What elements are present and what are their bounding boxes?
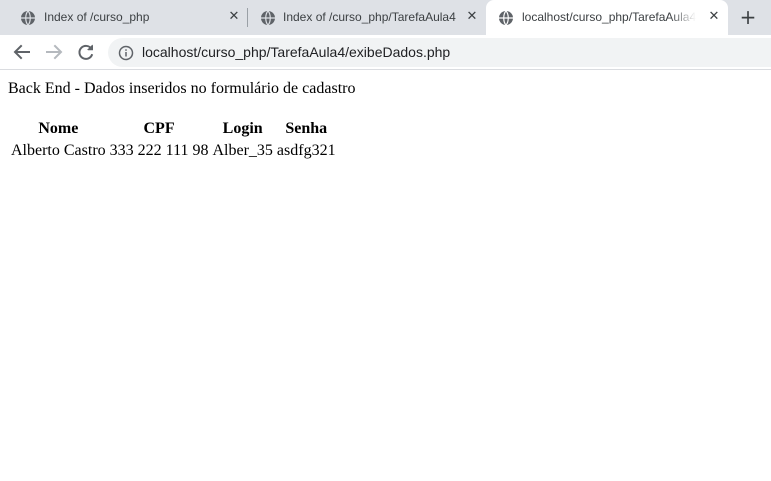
tab-title: localhost/curso_php/TarefaAula4/exibeDad… <box>522 10 696 24</box>
new-tab-button[interactable]: + <box>737 6 759 28</box>
close-icon[interactable]: ✕ <box>706 9 722 25</box>
table-header-row: Nome CPF Login Senha <box>10 119 337 139</box>
reload-button[interactable] <box>75 41 97 63</box>
cell-nome: Alberto Castro <box>11 142 106 159</box>
arrow-left-icon <box>13 44 30 60</box>
browser-toolbar: localhost/curso_php/TarefaAula4/exibeDad… <box>0 35 771 70</box>
cell-cpf: 333 222 111 98 <box>109 142 209 159</box>
column-header-cpf: CPF <box>143 120 175 137</box>
url-text[interactable]: localhost/curso_php/TarefaAula4/exibeDad… <box>142 44 450 61</box>
column-header-login: Login <box>222 120 263 137</box>
tab-index-curso-php[interactable]: Index of /curso_php ✕ <box>0 0 248 35</box>
arrow-right-icon <box>46 44 63 60</box>
forward-button[interactable] <box>43 41 65 63</box>
page-content: Back End - Dados inseridos no formulário… <box>0 70 771 481</box>
globe-icon <box>20 10 36 26</box>
address-bar[interactable]: localhost/curso_php/TarefaAula4/exibeDad… <box>108 38 771 67</box>
close-icon[interactable]: ✕ <box>226 9 242 25</box>
reload-icon <box>78 44 94 60</box>
back-button[interactable] <box>11 41 33 63</box>
cell-senha: asdfg321 <box>276 142 336 159</box>
table-row: Alberto Castro 333 222 111 98 Alber_35 a… <box>10 141 337 161</box>
tab-title: Index of /curso_php <box>44 10 150 24</box>
page-heading: Back End - Dados inseridos no formulário… <box>8 80 356 97</box>
data-table: Nome CPF Login Senha Alberto Castro 333 … <box>8 117 339 163</box>
tab-exibedados-active[interactable]: localhost/curso_php/TarefaAula4/exibeDad… <box>486 0 728 35</box>
cell-login: Alber_35 <box>212 142 273 159</box>
tab-title: Index of /curso_php/TarefaAula4 <box>283 10 456 24</box>
tab-index-tarefaaula4[interactable]: Index of /curso_php/TarefaAula4 ✕ <box>248 0 486 35</box>
column-header-nome: Nome <box>38 120 79 137</box>
column-header-senha: Senha <box>285 120 328 137</box>
tab-strip: Index of /curso_php ✕ Index of /curso_ph… <box>0 0 771 35</box>
info-icon[interactable] <box>118 45 134 61</box>
close-icon[interactable]: ✕ <box>464 9 480 25</box>
globe-icon <box>260 10 276 26</box>
globe-icon <box>498 10 514 26</box>
